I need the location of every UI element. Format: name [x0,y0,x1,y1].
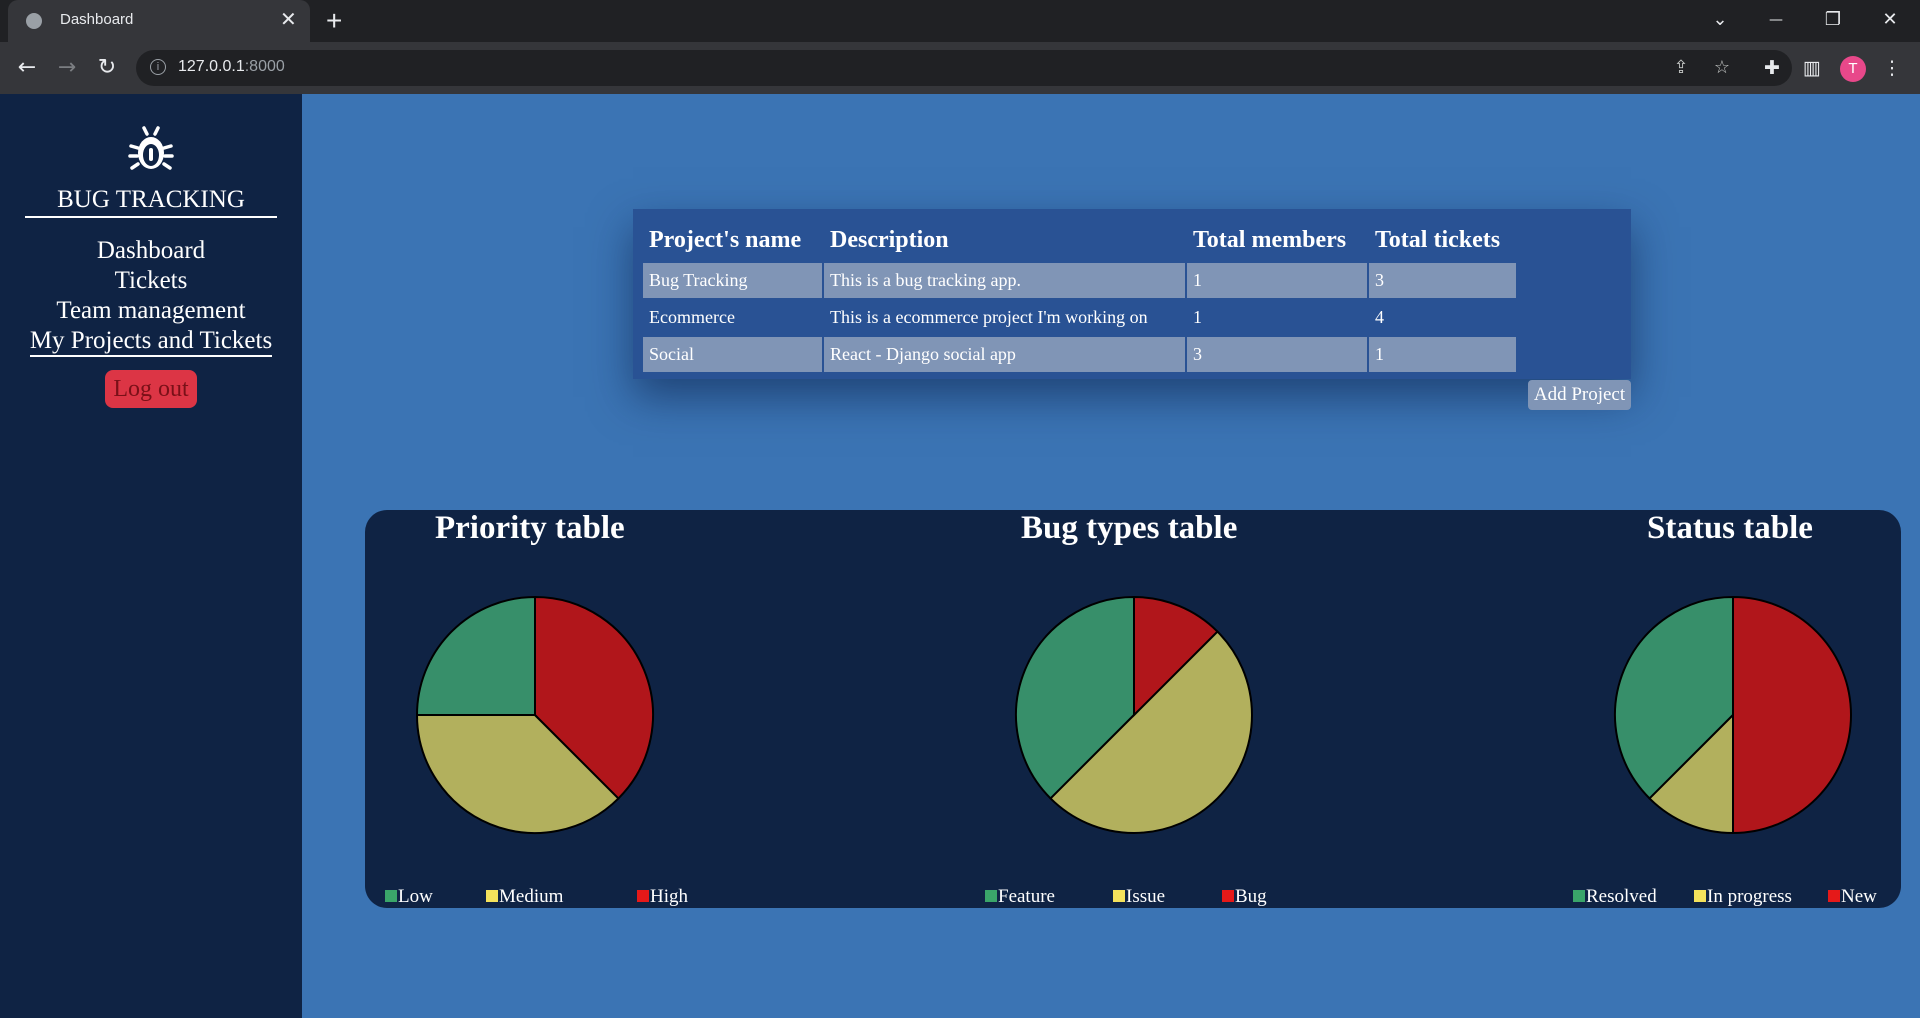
charts-panel: Priority table Low Medium High Bug types… [365,510,1901,908]
profile-avatar[interactable]: T [1840,56,1866,82]
legend-item-resolved: Resolved [1573,886,1657,908]
priority-pie-chart [415,595,654,834]
legend-item-high: High [637,886,688,908]
header-project-name: Project's name [649,226,802,253]
legend-swatch [1694,890,1706,902]
projects-table: Project's name Description Total members… [641,215,1518,374]
sidebar-item-team-management[interactable]: Team management [0,296,302,326]
legend-item-in-progress: In progress [1694,886,1792,908]
site-info-icon[interactable]: i [150,59,166,75]
table-row[interactable]: Bug Tracking This is a bug tracking app.… [643,263,1516,298]
sidebar-nav: Dashboard Tickets Team management My Pro… [0,236,302,357]
forward-arrow-icon[interactable]: → [51,52,83,84]
restore-button[interactable]: ❐ [1813,6,1853,34]
legend-item-low: Low [385,886,433,908]
chart-title-status: Status table [1647,510,1813,546]
sidebar: BUG TRACKING Dashboard Tickets Team mana… [0,94,302,1018]
table-row[interactable]: Ecommerce This is a ecommerce project I'… [643,300,1516,335]
add-project-button[interactable]: Add Project [1528,380,1631,410]
back-arrow-icon[interactable]: ← [11,52,43,84]
bookmark-star-icon[interactable]: ☆ [1708,54,1736,82]
legend-item-feature: Feature [985,886,1055,908]
cell-total-members: 3 [1187,337,1367,372]
close-tab-icon[interactable]: ✕ [280,8,297,32]
cell-total-tickets: 3 [1369,263,1516,298]
cell-total-tickets: 4 [1375,307,1384,327]
reload-icon[interactable]: ↻ [91,52,123,84]
close-window-button[interactable]: ✕ [1870,6,1910,34]
logout-button[interactable]: Log out [105,370,197,408]
legend-swatch [486,890,498,902]
cell-total-members: 1 [1187,263,1367,298]
side-panel-icon[interactable]: ▥ [1796,52,1828,84]
cell-description: This is a bug tracking app. [824,263,1185,298]
tab-strip: Dashboard ✕ + ⌄ — ❐ ✕ [0,0,1920,42]
legend-swatch [1573,890,1585,902]
legend-item-issue: Issue [1113,886,1165,908]
globe-icon [26,13,42,29]
sidebar-item-dashboard[interactable]: Dashboard [0,236,302,266]
legend-swatch [1828,890,1840,902]
bug-types-pie-chart [1015,595,1253,834]
status-pie-chart [1614,595,1852,835]
address-bar[interactable]: i 127.0.0.1:8000 ⇪ ☆ [136,50,1792,86]
share-icon[interactable]: ⇪ [1667,54,1695,82]
bug-icon [128,126,174,170]
new-tab-button[interactable]: + [326,6,342,36]
sidebar-item-my-projects[interactable]: My Projects and Tickets [0,326,302,357]
tab-title: Dashboard [60,11,134,28]
browser-tab[interactable]: Dashboard ✕ [8,0,310,42]
menu-dots-icon[interactable]: ⋮ [1876,52,1908,84]
legend-swatch [1222,890,1234,902]
header-total-members: Total members [1193,226,1347,253]
brand-title: BUG TRACKING [25,186,277,218]
browser-chrome: Dashboard ✕ + ⌄ — ❐ ✕ ← → ↻ i 127.0.0.1:… [0,0,1920,94]
pie-slice-new [1732,595,1852,835]
table-header-row: Project's name Description Total members… [643,217,1516,261]
legend-swatch [1113,890,1125,902]
cell-description: This is a ecommerce project I'm working … [830,307,1148,327]
cell-project-name[interactable]: Bug Tracking [643,263,822,298]
pie-slice-low [415,595,536,716]
tab-search-icon[interactable]: ⌄ [1700,6,1740,34]
legend-item-new: New [1828,886,1877,908]
browser-toolbar: ← → ↻ i 127.0.0.1:8000 ⇪ ☆ ✚ ▥ T ⋮ [0,42,1920,94]
sidebar-item-tickets[interactable]: Tickets [0,266,302,296]
header-total-tickets: Total tickets [1375,226,1501,253]
url-text[interactable]: 127.0.0.1:8000 [178,58,285,76]
cell-project-name[interactable]: Ecommerce [643,300,822,335]
projects-table-card: Project's name Description Total members… [633,209,1631,379]
extensions-icon[interactable]: ✚ [1756,52,1788,84]
cell-total-members: 1 [1193,307,1202,327]
chart-title-priority: Priority table [435,510,625,546]
cell-description: React - Django social app [824,337,1185,372]
legend-item-bug: Bug [1222,886,1267,908]
cell-total-tickets: 1 [1369,337,1516,372]
cell-project-name[interactable]: Social [643,337,822,372]
legend-swatch [637,890,649,902]
chart-title-bug-types: Bug types table [1021,510,1238,546]
table-row[interactable]: Social React - Django social app 3 1 [643,337,1516,372]
legend-swatch [385,890,397,902]
legend-item-medium: Medium [486,886,563,908]
minimize-button[interactable]: — [1756,6,1796,34]
legend-swatch [985,890,997,902]
header-description: Description [830,226,949,253]
